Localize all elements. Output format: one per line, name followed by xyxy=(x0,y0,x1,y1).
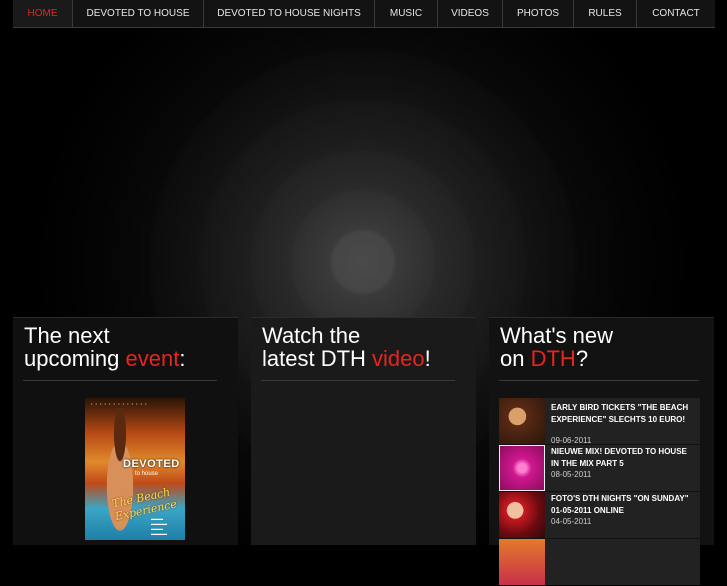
heading-divider xyxy=(261,380,455,381)
heading-line-2: latest DTH video! xyxy=(262,347,431,370)
heading-line-1: The next xyxy=(24,323,110,348)
poster-logo: DEVOTED xyxy=(123,458,180,470)
news-item[interactable]: NIEUWE MIX! DEVOTED TO HOUSE IN THE MIX … xyxy=(499,445,700,491)
nav-rules[interactable]: RULES xyxy=(574,0,637,27)
heading-prefix: latest DTH xyxy=(262,346,373,371)
nav-photos[interactable]: PHOTOS xyxy=(503,0,574,27)
news-item-date: 04-05-2011 xyxy=(551,517,592,526)
nav-music[interactable]: MUSIC xyxy=(375,0,438,27)
heading-highlight: video xyxy=(372,346,425,371)
party-girl-thumbnail[interactable] xyxy=(499,398,545,444)
poster-info-lines: ▬▬▬ ▬▬▬▬ ▬▬▬ ▬▬▬▬ xyxy=(151,516,167,536)
poster-topline: • • • • • • • • • • • • • xyxy=(91,401,148,406)
latest-video-panel: Watch the latest DTH video! xyxy=(251,317,476,545)
news-item-title[interactable]: EARLY BIRD TICKETS "THE BEACH EXPERIENCE… xyxy=(551,402,691,425)
news-item-date: 08-05-2011 xyxy=(551,470,592,479)
heading-prefix: on xyxy=(500,346,531,371)
nav-devoted-to-house-nights[interactable]: DEVOTED TO HOUSE NIGHTS xyxy=(204,0,375,27)
whats-new-panel: What's new on DTH? EARLY BIRD TICKETS "T… xyxy=(489,317,714,585)
heading-divider xyxy=(23,380,217,381)
nav-devoted-to-house[interactable]: DEVOTED TO HOUSE xyxy=(73,0,204,27)
news-item-title[interactable]: NIEUWE MIX! DEVOTED TO HOUSE IN THE MIX … xyxy=(551,446,691,469)
heading-prefix: upcoming xyxy=(24,346,126,371)
poster-subtitle: to house xyxy=(135,471,159,477)
news-item-date: 09-06-2011 xyxy=(551,436,592,445)
upcoming-event-panel: The next upcoming event: • • • • • • • •… xyxy=(13,317,238,545)
whats-new-heading: What's new on DTH? xyxy=(500,324,613,370)
news-item-title[interactable]: FOTO'S DTH NIGHTS "ON SUNDAY" 01-05-2011… xyxy=(551,493,691,516)
heading-line-2: on DTH? xyxy=(500,347,613,370)
heading-line-1: What's new xyxy=(500,323,614,348)
heading-highlight: DTH xyxy=(530,346,576,371)
news-item[interactable]: FOTO'S DTH NIGHTS "ON SUNDAY" 01-05-2011… xyxy=(499,492,700,538)
main-navigation: HOME DEVOTED TO HOUSE DEVOTED TO HOUSE N… xyxy=(13,0,715,28)
news-item[interactable]: EARLY BIRD TICKETS "THE BEACH EXPERIENCE… xyxy=(499,398,700,445)
heading-line-2: upcoming event: xyxy=(24,347,185,370)
mix-cover-thumbnail[interactable] xyxy=(499,445,545,491)
photos-thumbnail[interactable] xyxy=(499,492,545,538)
event-poster[interactable]: • • • • • • • • • • • • • DEVOTED to hou… xyxy=(85,398,185,540)
upcoming-event-heading: The next upcoming event: xyxy=(24,324,185,370)
nav-contact[interactable]: CONTACT xyxy=(637,0,715,27)
news-list: EARLY BIRD TICKETS "THE BEACH EXPERIENCE… xyxy=(499,398,700,586)
nav-videos[interactable]: VIDEOS xyxy=(438,0,503,27)
heading-highlight: event xyxy=(125,346,180,371)
heading-suffix: ! xyxy=(424,346,431,371)
heading-divider xyxy=(499,380,699,381)
news-item[interactable] xyxy=(499,539,700,585)
heading-suffix: : xyxy=(179,346,186,371)
nav-home[interactable]: HOME xyxy=(13,0,73,27)
latest-video-heading: Watch the latest DTH video! xyxy=(262,324,431,370)
next-news-thumbnail[interactable] xyxy=(499,539,545,585)
heading-suffix: ? xyxy=(575,346,589,371)
heading-line-1: Watch the xyxy=(262,323,361,348)
video-player-area[interactable] xyxy=(261,388,465,538)
